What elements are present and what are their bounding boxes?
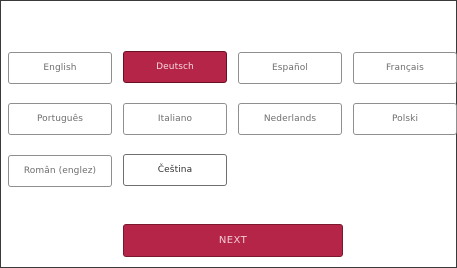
language-label: Deutsch: [156, 62, 194, 72]
language-button-francais[interactable]: Français: [353, 52, 457, 84]
language-label: Português: [36, 114, 84, 124]
language-label: Român (englez): [23, 166, 97, 176]
language-button-portugues[interactable]: Português: [8, 103, 112, 135]
language-button-cestina[interactable]: Čeština: [123, 154, 227, 186]
language-button-espanol[interactable]: Español: [238, 52, 342, 84]
next-button-label: NEXT: [218, 235, 248, 246]
language-button-english[interactable]: English: [8, 52, 112, 84]
language-label: Čeština: [157, 165, 193, 175]
language-label: Italiano: [157, 114, 193, 124]
language-button-nederlands[interactable]: Nederlands: [238, 103, 342, 135]
next-button[interactable]: NEXT: [123, 224, 343, 257]
language-label: English: [43, 63, 77, 73]
language-label: Polski: [391, 114, 419, 124]
language-button-polski[interactable]: Polski: [353, 103, 457, 135]
language-button-deutsch[interactable]: Deutsch: [123, 51, 227, 83]
language-button-roman[interactable]: Român (englez): [8, 155, 112, 187]
language-selection-screen: English Deutsch Español Français Portugu…: [0, 0, 457, 268]
language-button-italiano[interactable]: Italiano: [123, 103, 227, 135]
language-label: Français: [386, 63, 424, 73]
language-label: Español: [271, 63, 308, 73]
language-label: Nederlands: [263, 114, 317, 124]
